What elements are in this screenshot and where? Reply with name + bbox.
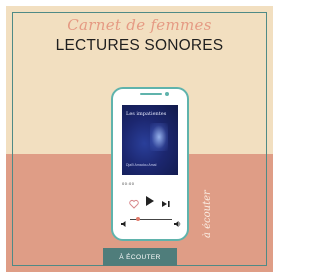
page-title: LECTURES SONORES xyxy=(55,37,224,54)
phone-camera xyxy=(165,92,169,96)
volume-slider[interactable] xyxy=(121,215,181,227)
time-readout: 00:00 xyxy=(122,181,135,186)
promo-card: Carnet de femmes LECTURES SONORES Les im… xyxy=(6,6,273,272)
listen-button[interactable]: À ÉCOUTER xyxy=(103,248,177,266)
cover-figure xyxy=(150,123,168,151)
cover-author: Djaïli Amadou Amal xyxy=(126,163,157,167)
phone-speaker xyxy=(140,93,162,95)
cover-title: Les impatientes xyxy=(126,111,167,117)
script-title: Carnet de femmes xyxy=(67,16,212,34)
side-caption: à écouter xyxy=(202,190,213,238)
player-controls xyxy=(113,195,187,209)
album-cover: Les impatientes Djaïli Amadou Amal xyxy=(122,105,178,175)
phone-mockup: Les impatientes Djaïli Amadou Amal 00:00 xyxy=(111,87,189,241)
play-icon[interactable] xyxy=(146,196,154,206)
volume-max-icon xyxy=(174,215,181,227)
heart-icon[interactable] xyxy=(129,196,139,209)
volume-knob[interactable] xyxy=(136,217,141,221)
skip-forward-icon[interactable] xyxy=(161,196,171,207)
volume-icon xyxy=(121,215,128,227)
